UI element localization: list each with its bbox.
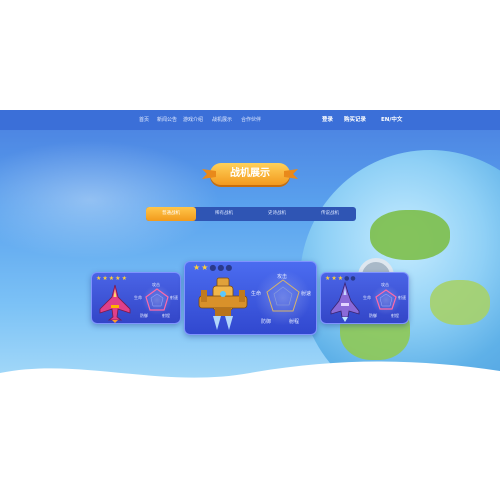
star-icon: ★ [193,263,201,272]
radar-label-defense: 防御 [140,313,148,318]
radar-label-range: 射程 [391,313,399,318]
star-icon: ● [217,263,225,272]
radar-label-range: 射程 [289,319,300,325]
fighter-category-tabs: 普通战机 稀有战机 史诗战机 传说战机 [146,207,356,221]
planet-illustration [300,150,500,390]
radar-label-attack: 攻击 [152,282,160,287]
sky-glow [0,140,220,260]
language-switch[interactable]: EN/中文 [381,110,402,130]
login-link[interactable]: 登录 [322,110,333,130]
stats-radar-chart [145,288,169,311]
star-icon: ★ [115,275,121,282]
radar-label-range: 射程 [162,313,170,318]
tab-epic[interactable]: 史诗战机 [252,207,302,221]
star-icon: ★ [96,275,102,282]
tab-legendary[interactable]: 传说战机 [305,207,355,221]
planet-land [430,280,490,325]
stats-radar-chart [375,289,397,310]
hero-background [0,110,500,390]
planet-land [370,210,450,260]
star-icon: ★ [108,275,115,282]
star-icon: ● [225,263,233,272]
radar-label-attack: 攻击 [381,282,389,287]
top-navbar: 首页 新闻公告 游戏介绍 战机展示 合作伙伴 登录 购买记录 EN/中文 [0,110,500,130]
stats-radar-chart [266,279,300,312]
radar-label-health: 生命 [363,295,371,300]
purchase-history-link[interactable]: 购买记录 [344,110,366,130]
section-title: 战机展示 [230,168,270,179]
tab-rare[interactable]: 稀有战机 [199,207,249,221]
star-icon: ★ [121,275,127,282]
nav-link-partners[interactable]: 合作伙伴 [241,110,261,130]
tab-common[interactable]: 普通战机 [146,207,196,221]
radar-label-fire-rate: 射速 [398,295,406,300]
section-title-ribbon: 战机展示 [202,163,298,185]
nav-link-home[interactable]: 首页 [139,110,149,130]
fighter-card-right[interactable]: ★ ★ ★ ● ● 攻击 射速 射程 防御 生命 [320,272,409,324]
fighter-jet-purple-icon [330,281,360,322]
fighter-jet-pink-icon [99,284,131,323]
fighter-card-center[interactable]: ★ ★ ● ● ● 攻击 射速 射程 防御 生命 [184,261,317,335]
star-rating: ★ ★ ● ● ● [193,263,233,272]
nav-link-game-intro[interactable]: 游戏介绍 [183,110,203,130]
bottom-wave-divider [0,361,500,395]
star-icon: ★ [102,275,108,282]
fighter-ship-gold-icon [198,277,248,330]
radar-label-defense: 防御 [369,313,377,318]
star-rating: ★ ★ ★ ★ ★ [96,276,127,282]
nav-link-fighters[interactable]: 战机展示 [212,110,232,130]
radar-label-health: 生命 [251,291,262,297]
star-icon: ★ [201,263,209,272]
radar-label-defense: 防御 [261,319,272,325]
radar-label-fire-rate: 射速 [301,291,312,297]
star-icon: ● [209,263,217,272]
radar-label-health: 生命 [134,295,142,300]
radar-label-attack: 攻击 [277,274,288,280]
fighter-card-left[interactable]: ★ ★ ★ ★ ★ 攻击 射速 射程 防御 生命 [91,272,181,324]
radar-label-fire-rate: 射速 [170,295,178,300]
nav-link-news[interactable]: 新闻公告 [157,110,177,130]
